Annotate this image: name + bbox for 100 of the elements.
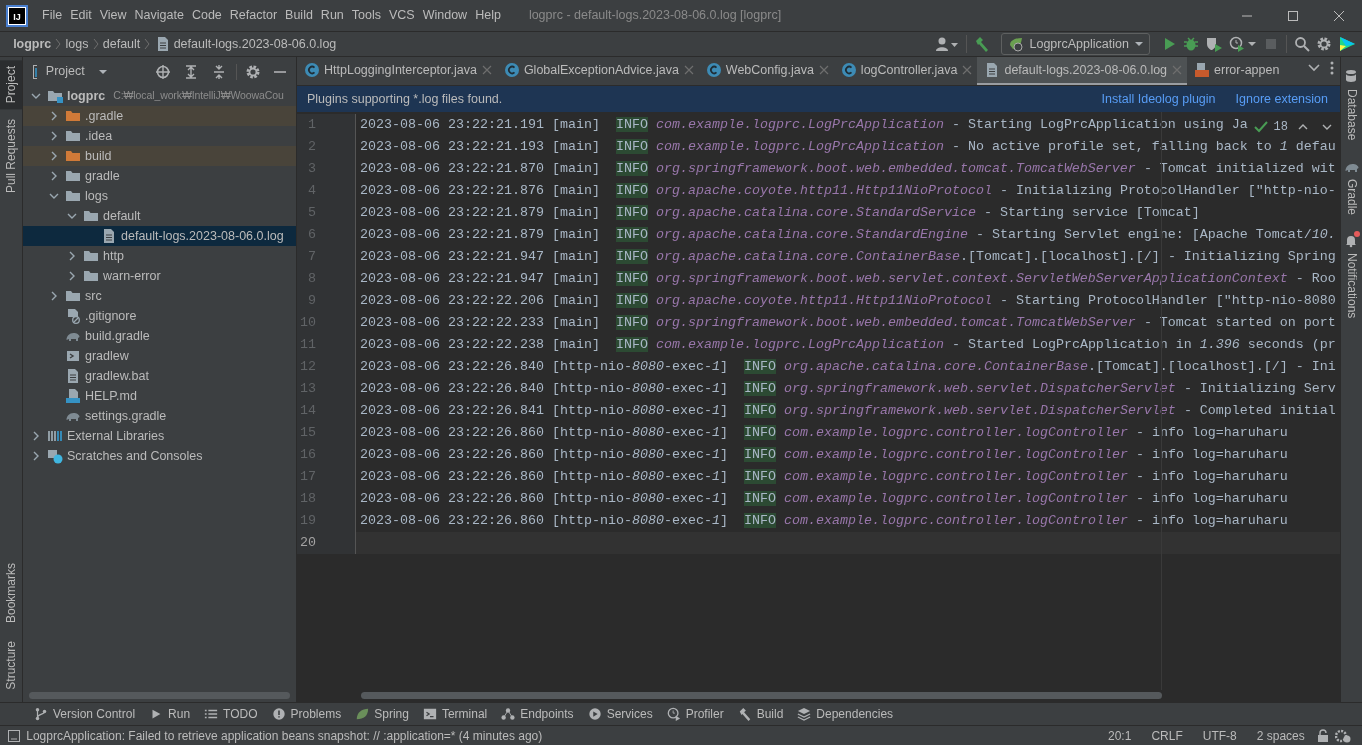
- class-icon: [705, 62, 722, 78]
- tree-item[interactable]: build.gradle: [23, 326, 296, 346]
- tool-window-button[interactable]: Run: [143, 705, 197, 723]
- editor-tab[interactable]: WebConfig.java: [698, 57, 834, 85]
- tree-item[interactable]: default: [23, 206, 296, 226]
- menu-item[interactable]: VCS: [385, 6, 419, 25]
- folder-icon: [47, 88, 63, 104]
- menu-item[interactable]: Navigate: [130, 6, 188, 25]
- tree-item[interactable]: default-logs.2023-08-06.0.log: [23, 226, 296, 246]
- tree-item[interactable]: build: [23, 146, 296, 166]
- tree-item[interactable]: warn-error: [23, 266, 296, 286]
- crosshair-icon[interactable]: [154, 63, 171, 80]
- tool-window-button[interactable]: Version Control: [28, 705, 142, 723]
- app-logo-icon[interactable]: [1337, 35, 1356, 53]
- inspection-count: 18: [1273, 119, 1288, 136]
- editor-tab[interactable]: error-appen: [1187, 57, 1284, 85]
- tree-item[interactable]: gradle: [23, 166, 296, 186]
- breadcrumb[interactable]: logs: [65, 34, 89, 54]
- menu-item[interactable]: Run: [316, 6, 348, 25]
- search-icon[interactable]: [1293, 36, 1310, 52]
- banner-link[interactable]: Install Ideolog plugin: [1101, 89, 1216, 109]
- tool-window-button[interactable]: Build: [731, 705, 790, 723]
- status-item[interactable]: 20:1: [1105, 726, 1135, 745]
- status-item[interactable]: CRLF: [1148, 726, 1186, 745]
- scratch-icon: [47, 448, 63, 464]
- bug-icon[interactable]: [1182, 36, 1199, 52]
- scrollbar[interactable]: [29, 692, 290, 699]
- file-icon: [65, 308, 81, 324]
- tool-window-button[interactable]: Spring: [349, 705, 415, 723]
- tree-item[interactable]: gradlew: [23, 346, 296, 366]
- tree-item[interactable]: .idea: [23, 126, 296, 146]
- tree-item[interactable]: External Libraries: [23, 426, 296, 446]
- tree-item[interactable]: .gitignore: [23, 306, 296, 326]
- lock-icon[interactable]: [1317, 728, 1329, 743]
- settings-icon[interactable]: [1315, 36, 1332, 52]
- menu-item[interactable]: Window: [418, 6, 472, 25]
- shield-icon[interactable]: [1204, 36, 1223, 52]
- more-icon[interactable]: [1329, 61, 1334, 75]
- tool-window-button[interactable]: Problems: [265, 705, 348, 723]
- breadcrumb[interactable]: logprc: [13, 34, 52, 54]
- tool-window-tab[interactable]: Pull Requests: [0, 112, 22, 199]
- library-icon: [47, 428, 63, 444]
- leaf-icon: [355, 707, 370, 721]
- tree-item[interactable]: logprc C:₩local_work₩IntelliJ₩WoowaCou: [23, 86, 296, 106]
- banner-link[interactable]: Ignore extension: [1235, 89, 1328, 109]
- tool-window-button[interactable]: Profiler: [660, 705, 730, 723]
- tool-window-button[interactable]: Dependencies: [791, 705, 900, 723]
- editor-tab[interactable]: GlobalExceptionAdvice.java: [496, 57, 699, 85]
- settings-icon[interactable]: [245, 63, 261, 80]
- menu-item[interactable]: File: [38, 6, 67, 25]
- branch-icon: [34, 707, 48, 721]
- tree-item[interactable]: src: [23, 286, 296, 306]
- terminal-icon: [65, 348, 81, 364]
- tree-item[interactable]: http: [23, 246, 296, 266]
- editor-tab[interactable]: logController.java: [833, 57, 978, 85]
- status-item[interactable]: 2 spaces: [1253, 726, 1308, 745]
- warning-icon: [271, 707, 286, 721]
- file-icon: [101, 228, 117, 244]
- tree-item[interactable]: HELP.md: [23, 386, 296, 406]
- menu-item[interactable]: Help: [471, 6, 505, 25]
- breadcrumb[interactable]: default: [102, 34, 141, 54]
- file-icon: [1194, 62, 1211, 78]
- log-line: 2023-08-06 23:22:21.879 [main] INFO org.apache.catalina.core.StandardEngine - Starting Servlet engine: [Apache Tomcat/10.: [359, 226, 1336, 244]
- maximize-icon[interactable]: [1288, 10, 1298, 21]
- close-icon[interactable]: [1334, 10, 1344, 21]
- clock-icon[interactable]: [1228, 36, 1257, 52]
- run-configuration-dropdown[interactable]: LogprcApplication: [1000, 33, 1150, 55]
- tool-window-tab[interactable]: Bookmarks: [0, 556, 22, 629]
- menu-item[interactable]: Tools: [347, 6, 385, 25]
- tree-item[interactable]: .gradle: [23, 106, 296, 126]
- tool-window-button[interactable]: TODO: [198, 705, 264, 723]
- menu-item[interactable]: View: [95, 6, 131, 25]
- tree-item[interactable]: settings.gradle: [23, 406, 296, 426]
- user-icon[interactable]: [934, 36, 959, 52]
- tool-window-tab[interactable]: Database: [1341, 63, 1362, 147]
- breadcrumb[interactable]: default-logs.2023-08-06.0.log: [173, 34, 337, 54]
- menu-item[interactable]: Refactor: [225, 6, 282, 25]
- tool-window-button[interactable]: Services: [581, 705, 659, 723]
- editor-tab[interactable]: default-logs.2023-08-06.0.log: [977, 57, 1188, 85]
- tree-item[interactable]: logs: [23, 186, 296, 206]
- tool-window-button[interactable]: Endpoints: [495, 705, 580, 723]
- tool-window-tab[interactable]: Project: [0, 60, 22, 110]
- tree-item[interactable]: gradlew.bat: [23, 366, 296, 386]
- hammer-icon[interactable]: [973, 36, 990, 52]
- tool-window-button[interactable]: Terminal: [416, 705, 494, 723]
- folder-icon: [65, 148, 81, 164]
- tool-window-tab[interactable]: Gradle: [1341, 152, 1362, 221]
- menu-item[interactable]: Build: [281, 6, 317, 25]
- folder-icon: [83, 208, 99, 224]
- menu-item[interactable]: Edit: [66, 6, 96, 25]
- tree-item[interactable]: Scratches and Consoles: [23, 446, 296, 466]
- menu-item[interactable]: Code: [187, 6, 226, 25]
- scrollbar[interactable]: [361, 692, 1162, 699]
- chevron-right-icon: [54, 38, 63, 50]
- status-item[interactable]: UTF-8: [1199, 726, 1240, 745]
- tool-window-tab[interactable]: Notifications: [1341, 227, 1362, 325]
- editor-tab[interactable]: HttpLoggingInterceptor.java: [297, 57, 497, 85]
- tool-window-tab[interactable]: Structure: [0, 635, 22, 696]
- view-dropdown[interactable]: Project: [42, 60, 110, 83]
- log-line: 2023-08-06 23:22:22.233 [main] INFO org.springframework.boot.web.embedded.tomcat.TomcatWebServer - Tomcat started on port: [359, 314, 1336, 332]
